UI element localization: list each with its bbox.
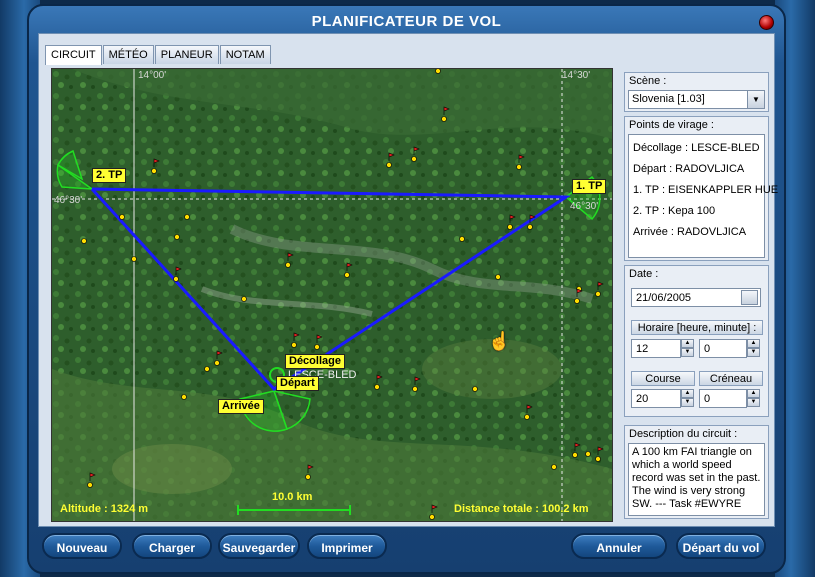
minute-field[interactable]: 0 bbox=[699, 339, 747, 358]
latitude-left-label: 46°30' bbox=[54, 195, 83, 206]
flight-planner-window: PLANIFICATEUR DE VOL CIRCUIT MÉTÉO PLANE… bbox=[27, 4, 786, 574]
scene-label: Scène : bbox=[629, 75, 667, 87]
load-button[interactable]: Charger bbox=[132, 533, 212, 559]
cancel-button[interactable]: Annuler bbox=[571, 533, 667, 559]
chevron-down-icon[interactable]: ▼ bbox=[747, 91, 764, 108]
calendar-icon[interactable] bbox=[741, 290, 758, 305]
map-canvas bbox=[52, 69, 612, 521]
longitude-right-label: 14°30' bbox=[562, 70, 591, 81]
task-map[interactable]: 14°00' 14°30' 46°30' 46°30' 2. TP 1. TP … bbox=[51, 68, 613, 522]
arrow-down-icon[interactable]: ▼ bbox=[681, 348, 694, 357]
main-panel: CIRCUIT MÉTÉO PLANEUR NOTAM 14°00' 14°30… bbox=[38, 33, 778, 527]
course-label: Course dans bbox=[631, 371, 695, 400]
scene-value: Slovenia [1.03] bbox=[632, 93, 705, 105]
date-label: Date : bbox=[629, 268, 659, 280]
arrow-down-icon[interactable]: ▼ bbox=[747, 398, 760, 407]
course-stepper[interactable]: ▲ ▼ bbox=[681, 389, 694, 408]
tab-meteo[interactable]: MÉTÉO bbox=[102, 45, 154, 64]
mouse-cursor-icon: ☝ bbox=[488, 331, 511, 351]
waypoint-finish-label: Arrivée bbox=[218, 399, 264, 414]
waypoint-2tp-label: 2. TP bbox=[92, 168, 127, 183]
longitude-left-label: 14°00' bbox=[138, 70, 167, 81]
new-button[interactable]: Nouveau bbox=[42, 533, 122, 559]
arrow-up-icon[interactable]: ▲ bbox=[681, 389, 694, 398]
scale-bar-label: 10.0 km bbox=[272, 491, 313, 503]
hour-stepper[interactable]: ▲ ▼ bbox=[681, 339, 694, 358]
description-label: Description du circuit : bbox=[629, 428, 738, 440]
arrow-up-icon[interactable]: ▲ bbox=[747, 389, 760, 398]
list-item[interactable]: 1. TP : EISENKAPPLER HUE bbox=[629, 180, 778, 201]
print-button[interactable]: Imprimer bbox=[307, 533, 387, 559]
waypoint-1tp-label: 1. TP bbox=[572, 179, 607, 194]
slot-label: Créneau bbox=[699, 371, 763, 386]
tab-bar: CIRCUIT MÉTÉO PLANEUR NOTAM bbox=[45, 45, 271, 65]
list-item[interactable]: Décollage : LESCE-BLED bbox=[629, 138, 764, 159]
arrow-up-icon[interactable]: ▲ bbox=[747, 339, 760, 348]
time-label: Horaire [heure, minute] : bbox=[631, 320, 763, 335]
description-group: Description du circuit : A 100 km FAI tr… bbox=[624, 425, 769, 519]
date-group: Date : 21/06/2005 Horaire [heure, minute… bbox=[624, 265, 769, 417]
slot-stepper[interactable]: ▲ ▼ bbox=[747, 389, 760, 408]
turnpoints-list: Décollage : LESCE-BLED Départ : RADOVLJI… bbox=[628, 134, 778, 258]
hour-field[interactable]: 12 bbox=[631, 339, 681, 358]
arrow-down-icon[interactable]: ▼ bbox=[747, 348, 760, 357]
minute-stepper[interactable]: ▲ ▼ bbox=[747, 339, 760, 358]
save-button[interactable]: Sauvegarder bbox=[218, 533, 300, 559]
waypoint-start-label: Départ bbox=[276, 376, 319, 391]
list-item[interactable]: Arrivée : RADOVLJICA bbox=[629, 222, 764, 243]
scene-select[interactable]: Slovenia [1.03] ▼ bbox=[628, 90, 765, 109]
latitude-right-label: 46°30' bbox=[570, 201, 599, 212]
description-text: A 100 km FAI triangle on which a world s… bbox=[628, 443, 765, 516]
waypoint-takeoff-label: Décollage bbox=[285, 354, 345, 369]
course-field[interactable]: 20 bbox=[631, 389, 681, 408]
turnpoints-label: Points de virage : bbox=[629, 119, 714, 131]
start-flight-button[interactable]: Départ du vol bbox=[676, 533, 766, 559]
close-icon[interactable] bbox=[759, 15, 774, 30]
tab-notam[interactable]: NOTAM bbox=[219, 45, 271, 64]
slot-field[interactable]: 0 bbox=[699, 389, 747, 408]
scene-group: Scène : Slovenia [1.03] ▼ bbox=[624, 72, 769, 112]
tab-circuit[interactable]: CIRCUIT bbox=[45, 45, 102, 65]
arrow-up-icon[interactable]: ▲ bbox=[681, 339, 694, 348]
turnpoints-group: Points de virage : Décollage : LESCE-BLE… bbox=[624, 116, 778, 261]
list-item[interactable]: 2. TP : Kepa 100 bbox=[629, 201, 764, 222]
total-distance-readout: Distance totale : 100.2 km bbox=[454, 503, 589, 515]
list-item[interactable]: Départ : RADOVLJICA bbox=[629, 159, 764, 180]
altitude-readout: Altitude : 1324 m bbox=[60, 503, 149, 515]
tab-planeur[interactable]: PLANEUR bbox=[154, 45, 219, 64]
arrow-down-icon[interactable]: ▼ bbox=[681, 398, 694, 407]
